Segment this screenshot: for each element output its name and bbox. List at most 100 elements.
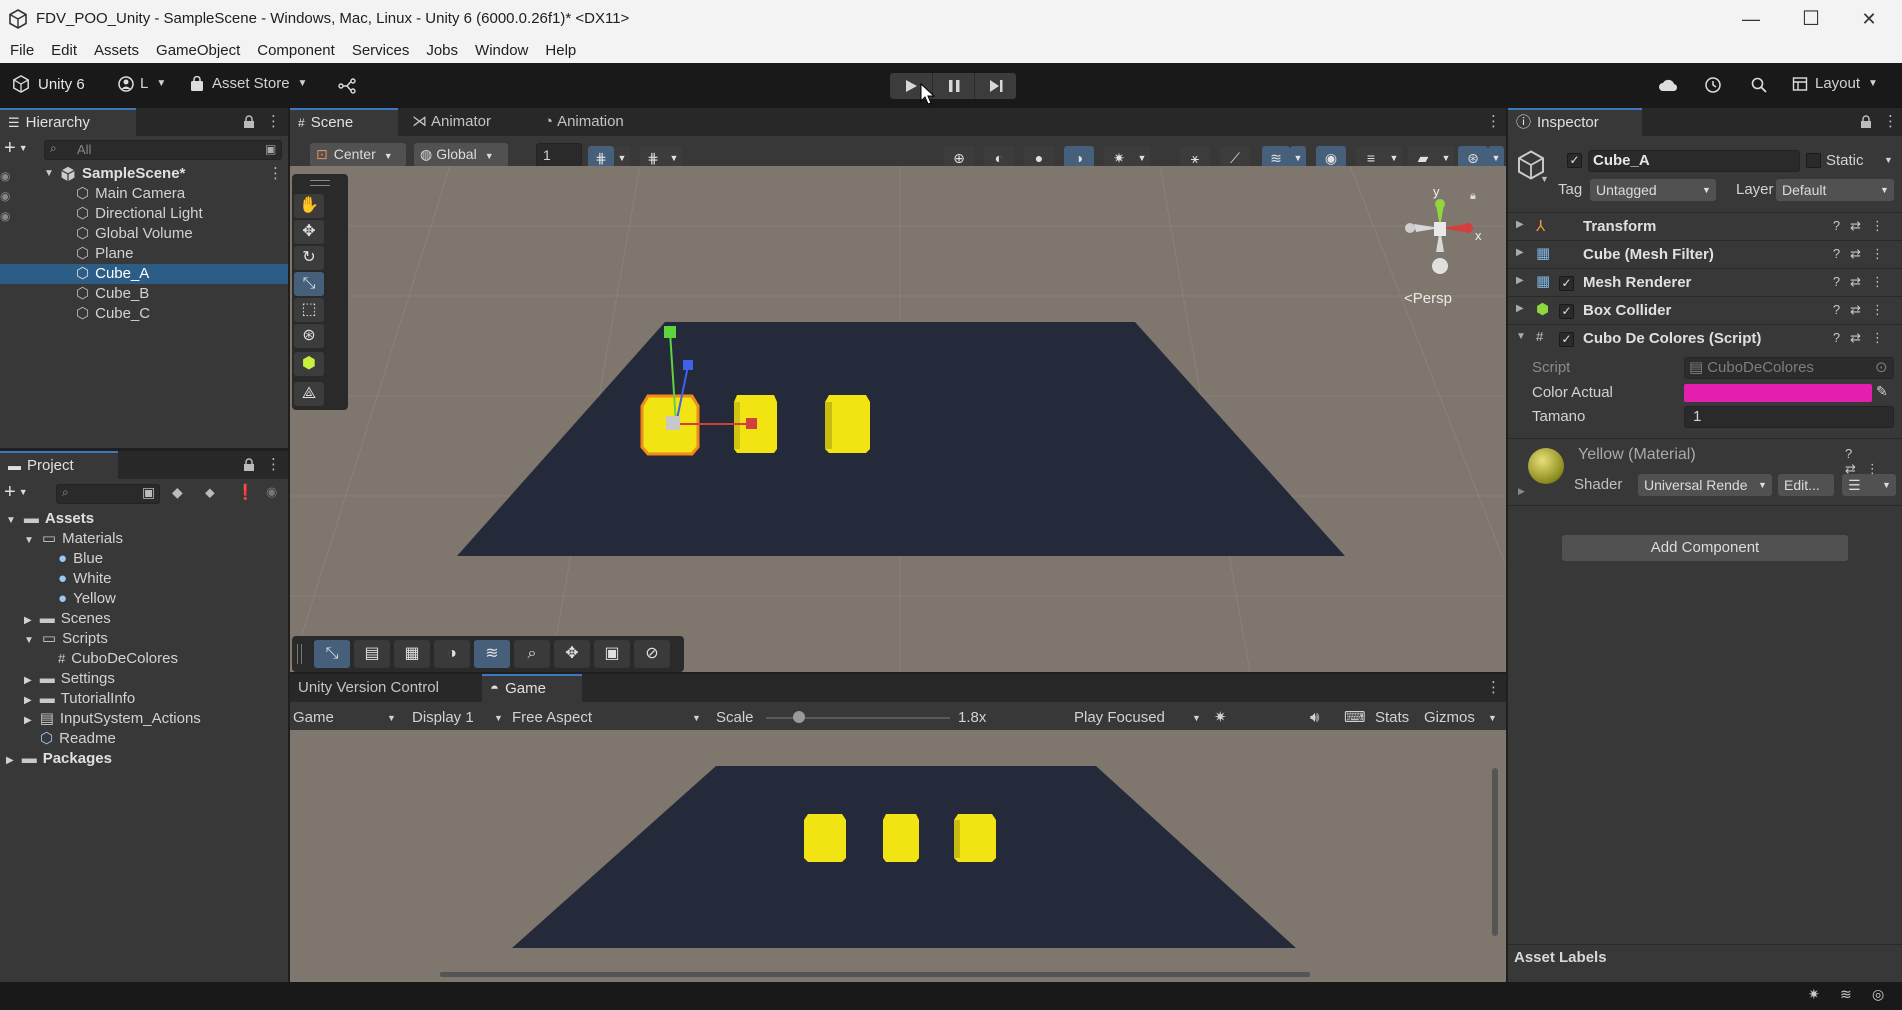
- hand-tool-icon[interactable]: ✋: [294, 194, 324, 218]
- tamano-input[interactable]: 1: [1684, 406, 1894, 428]
- chevron-down-icon[interactable]: ▼: [44, 164, 54, 184]
- lock-icon[interactable]: 🔒︎: [1470, 190, 1476, 203]
- menu-file[interactable]: File: [10, 42, 34, 59]
- menu-window[interactable]: Window: [475, 42, 528, 59]
- debug-mode-icon[interactable]: ✷: [1808, 986, 1820, 1003]
- hierarchy-item[interactable]: ⬡ Global Volume: [76, 224, 193, 244]
- menu-help[interactable]: Help: [545, 42, 576, 59]
- more-options-icon[interactable]: ⋮: [266, 112, 281, 130]
- menu-component[interactable]: Component: [257, 42, 335, 59]
- play-focused-dropdown[interactable]: Play Focused ▼: [1074, 705, 1206, 731]
- component-box-collider[interactable]: ▶ ⬢ ✓ Box Collider ?⇄⋮: [1508, 296, 1902, 324]
- chevron-down-icon[interactable]: ▼: [1884, 155, 1893, 165]
- more-options-icon[interactable]: ⋮: [268, 164, 283, 184]
- project-asset[interactable]: ● White: [58, 569, 111, 589]
- chevron-right-icon[interactable]: ▶: [1516, 303, 1524, 314]
- asset-store-dropdown[interactable]: Asset Store ▼: [190, 75, 307, 92]
- hierarchy-item[interactable]: ⬡ Directional Light: [76, 204, 203, 224]
- scale-slider-knob[interactable]: [793, 711, 806, 723]
- history-icon[interactable]: [1704, 76, 1722, 94]
- rect-tool-icon[interactable]: ⬚: [294, 298, 324, 322]
- more-options-icon[interactable]: ⋮: [1871, 246, 1894, 261]
- project-asset[interactable]: # CuboDeColores: [58, 649, 178, 669]
- more-options-icon[interactable]: ⋮: [1871, 302, 1894, 317]
- more-options-icon[interactable]: ⋮: [1883, 112, 1898, 130]
- help-icon[interactable]: ?: [1833, 302, 1850, 317]
- maximize-button[interactable]: ☐: [1798, 6, 1824, 32]
- project-folder-assets[interactable]: ▼ ▬ Assets: [6, 509, 94, 529]
- cube-c[interactable]: [825, 395, 870, 453]
- project-asset-readme[interactable]: ⬡ Readme: [40, 729, 116, 749]
- hierarchy-item-selected[interactable]: ⬡ Cube_A: [0, 264, 288, 284]
- snap-increment-input[interactable]: 1: [536, 143, 582, 167]
- component-transform[interactable]: ▶ ⅄ Transform ?⇄⋮: [1508, 212, 1902, 240]
- preset-icon[interactable]: ⇄: [1850, 218, 1871, 233]
- cache-server-icon[interactable]: ≋: [1840, 986, 1852, 1003]
- help-icon[interactable]: ?: [1833, 274, 1850, 289]
- grid-overlay-icon[interactable]: ▦: [394, 640, 430, 668]
- tab-animator[interactable]: ⋊ Animator: [404, 108, 499, 136]
- pause-button[interactable]: [932, 73, 975, 99]
- drag-handle[interactable]: [297, 644, 302, 664]
- project-folder-materials[interactable]: ▼ ▭ Materials: [24, 529, 123, 549]
- component-script[interactable]: ▼ # ✓ Cubo De Colores (Script) ?⇄⋮: [1508, 324, 1902, 352]
- hierarchy-item[interactable]: ⬡ Main Camera: [76, 184, 185, 204]
- aspect-dropdown[interactable]: Free Aspect ▼: [512, 705, 704, 731]
- enabled-checkbox[interactable]: ✓: [1559, 304, 1574, 319]
- progress-check-icon[interactable]: ◎: [1872, 986, 1884, 1003]
- scale-slider[interactable]: [766, 711, 950, 723]
- debug-bug-icon[interactable]: ✷: [1214, 705, 1227, 731]
- zoom-overlay-icon[interactable]: ⌕: [514, 640, 550, 668]
- step-button[interactable]: [974, 73, 1017, 99]
- project-folder-tutorial[interactable]: ▶ ▬ TutorialInfo: [24, 689, 135, 709]
- layout-dropdown[interactable]: Layout ▼: [1792, 75, 1878, 92]
- tag-dropdown[interactable]: Untagged ▼: [1590, 179, 1716, 201]
- menu-services[interactable]: Services: [352, 42, 410, 59]
- project-folder-settings[interactable]: ▶ ▬ Settings: [24, 669, 115, 689]
- preset-icon[interactable]: ⇄: [1850, 330, 1871, 345]
- gizmos-button[interactable]: Gizmos: [1424, 705, 1475, 731]
- create-dropdown[interactable]: + ▼: [4, 482, 28, 502]
- keyboard-icon[interactable]: ⌨: [1344, 705, 1366, 731]
- component-mesh-filter[interactable]: ▶ ▦ Cube (Mesh Filter) ?⇄⋮: [1508, 240, 1902, 268]
- asset-labels-section[interactable]: Asset Labels: [1508, 944, 1902, 971]
- space-dropdown[interactable]: ◍ Global ▼: [414, 143, 508, 167]
- search-by-type-icon[interactable]: ▣: [265, 142, 276, 156]
- close-button[interactable]: ✕: [1856, 6, 1882, 32]
- layer-dropdown[interactable]: Default ▼: [1776, 179, 1894, 201]
- enabled-checkbox[interactable]: ✓: [1559, 276, 1574, 291]
- cloud-icon[interactable]: [1658, 77, 1678, 93]
- hierarchy-item[interactable]: ⬡ Cube_B: [76, 284, 149, 304]
- more-options-icon[interactable]: ⋮: [1486, 112, 1501, 130]
- drag-handle[interactable]: [310, 180, 330, 186]
- menu-gameobject[interactable]: GameObject: [156, 42, 240, 59]
- chevron-down-icon[interactable]: ▼: [1488, 705, 1497, 731]
- more-options-icon[interactable]: ⋮: [1871, 330, 1894, 345]
- hierarchy-search-input[interactable]: ⌕ All ▣: [44, 140, 282, 160]
- version-control-icon[interactable]: [338, 77, 356, 95]
- project-folder-scenes[interactable]: ▶ ▬ Scenes: [24, 609, 111, 629]
- scene-viewport[interactable]: [290, 166, 1506, 672]
- minimize-button[interactable]: —: [1738, 6, 1764, 32]
- menu-edit[interactable]: Edit: [51, 42, 77, 59]
- help-icon[interactable]: ?: [1833, 218, 1850, 233]
- eye-icon[interactable]: ◉: [0, 206, 22, 226]
- shading-overlay-icon[interactable]: ◑: [434, 640, 470, 668]
- game-mode-dropdown[interactable]: Game ▼: [293, 705, 401, 731]
- project-asset[interactable]: ● Blue: [58, 549, 103, 569]
- transform-tool-icon[interactable]: ⊛: [294, 324, 324, 348]
- layers-overlay-icon[interactable]: ≋: [474, 640, 510, 668]
- chevron-down-icon[interactable]: ▼: [1540, 174, 1549, 184]
- tab-project[interactable]: ▬ Project: [0, 451, 118, 479]
- preset-icon[interactable]: ⇄: [1850, 246, 1871, 261]
- chevron-right-icon[interactable]: ▶: [1516, 247, 1524, 258]
- search-menu-icon[interactable]: ▣: [142, 484, 155, 501]
- pivot-dropdown[interactable]: ⊡ Center ▼: [310, 143, 406, 167]
- preset-icon[interactable]: ⇄: [1850, 302, 1871, 317]
- help-icon[interactable]: ?: [1845, 446, 1862, 461]
- move-tool-icon[interactable]: ✥: [294, 220, 324, 244]
- help-icon[interactable]: ?: [1833, 246, 1850, 261]
- rotate-tool-icon[interactable]: ↻: [294, 246, 324, 270]
- more-options-icon[interactable]: ⋮: [266, 455, 281, 473]
- tab-game[interactable]: ◓ Game: [482, 674, 582, 702]
